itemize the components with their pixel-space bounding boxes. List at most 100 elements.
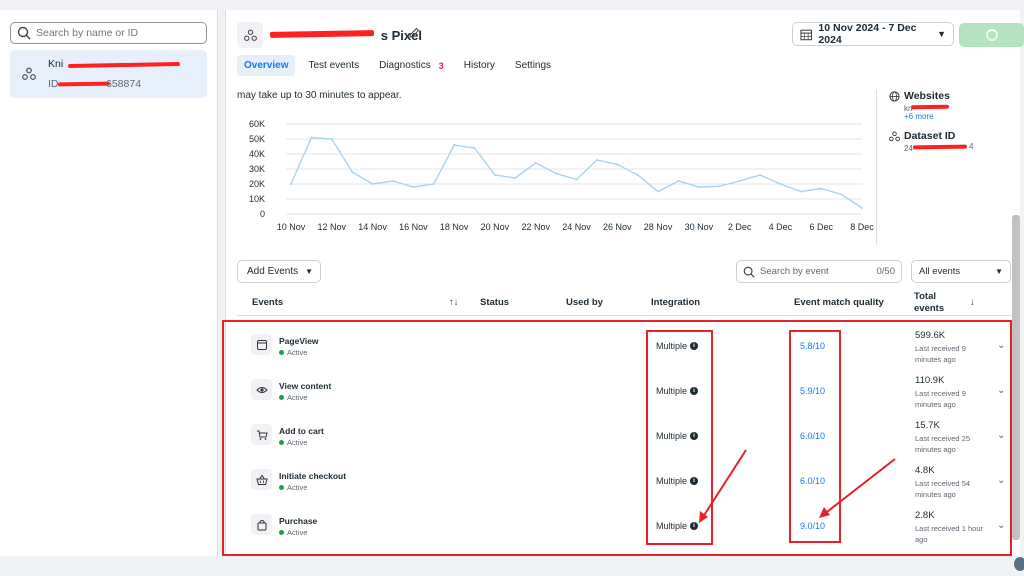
y-tick-label: 20K <box>249 179 265 189</box>
websites-more-link[interactable]: +6 more <box>904 112 1014 121</box>
search-icon <box>743 266 755 278</box>
x-tick-label: 10 Nov <box>277 222 306 232</box>
data-point <box>575 178 578 181</box>
x-tick-label: 4 Dec <box>769 222 793 232</box>
add-events-button[interactable]: Add Events ▼ <box>237 260 321 283</box>
x-tick-label: 8 Dec <box>850 222 874 232</box>
dataset-id-header: Dataset ID <box>889 130 1014 142</box>
data-point <box>391 180 394 182</box>
data-point <box>799 190 802 193</box>
data-point <box>453 144 456 146</box>
x-tick-label: 6 Dec <box>809 222 833 232</box>
data-point <box>759 174 762 176</box>
data-point <box>432 183 435 185</box>
data-point <box>412 186 415 188</box>
x-tick-label: 18 Nov <box>440 222 469 232</box>
websites-header: Websites <box>889 90 1014 102</box>
data-point <box>718 185 721 188</box>
y-tick-label: 50K <box>249 134 265 144</box>
tab-settings[interactable]: Settings <box>508 55 558 76</box>
data-point <box>351 171 354 173</box>
dataset-search-input[interactable] <box>36 27 196 39</box>
pixel-icon <box>22 67 36 80</box>
x-tick-label: 26 Nov <box>603 222 632 232</box>
data-point <box>310 136 313 139</box>
y-tick-label: 30K <box>249 164 265 174</box>
x-tick-label: 14 Nov <box>358 222 387 232</box>
y-tick-label: 10K <box>249 194 265 204</box>
x-tick-label: 22 Nov <box>521 222 550 232</box>
event-search[interactable]: Search by event 0/50 <box>736 260 902 283</box>
pixel-icon <box>237 22 263 48</box>
date-range-text: 10 Nov 2024 - 7 Dec 2024 <box>818 22 917 46</box>
data-point <box>840 193 843 196</box>
dataset-list-item[interactable]: Kni ID 658874 <box>10 50 207 98</box>
websites-value-row: kn <box>889 102 1014 113</box>
event-filter-dropdown[interactable]: All events ▼ <box>911 260 1011 283</box>
data-point <box>738 180 741 182</box>
annotation-arrow <box>819 458 896 518</box>
caret-down-icon: ▼ <box>995 267 1003 276</box>
loading-button[interactable] <box>959 23 1024 47</box>
redaction-mark <box>57 81 111 87</box>
data-point <box>657 190 660 193</box>
x-tick-label: 24 Nov <box>562 222 591 232</box>
y-tick-label: 0 <box>260 209 265 219</box>
y-tick-label: 40K <box>249 149 265 159</box>
tab-overview[interactable]: Overview <box>237 55 296 76</box>
event-search-placeholder: Search by event <box>760 266 829 277</box>
data-point <box>636 174 639 176</box>
data-point <box>534 162 537 164</box>
x-tick-label: 30 Nov <box>685 222 714 232</box>
events-line-chart: 0 10K 20K 30K 40K 50K 60K 10 Nov 12 Nov 14 Nov 16 … <box>249 119 874 232</box>
pixel-icon <box>889 131 900 141</box>
spinner-icon <box>985 29 998 41</box>
y-tick-label: 60K <box>249 119 265 129</box>
date-range-picker[interactable]: 10 Nov 2024 - 7 Dec 2024 ▼ <box>792 22 954 46</box>
x-tick-label: 16 Nov <box>399 222 428 232</box>
dataset-id-value-row: 24 4 <box>889 142 1014 153</box>
data-point <box>290 183 292 185</box>
pixel-title: s Pixel <box>380 28 422 43</box>
x-tick-label: 20 Nov <box>481 222 510 232</box>
dataset-sidebar: Kni ID 658874 <box>0 10 218 556</box>
data-point <box>595 159 598 161</box>
sort-icon[interactable]: ↑↓ <box>449 297 459 308</box>
dataset-id-suffix: 658874 <box>106 78 142 90</box>
data-point <box>473 147 476 149</box>
bottom-bar <box>0 557 1024 576</box>
col-total: Total events <box>914 291 945 314</box>
tab-diagnostics[interactable]: Diagnostics 3 <box>372 55 451 76</box>
help-icon[interactable] <box>1014 557 1024 571</box>
col-integration: Integration <box>651 297 701 308</box>
data-point <box>493 174 496 176</box>
divider <box>876 90 877 245</box>
dataset-id-value: 24 <box>904 144 913 153</box>
col-emq: Event match quality <box>794 297 884 308</box>
header-divider <box>237 315 1012 316</box>
col-events: Events <box>252 297 284 308</box>
tab-bar: Overview Test events Diagnostics 3 Histor… <box>237 55 564 76</box>
globe-icon <box>889 90 900 102</box>
dataset-search[interactable] <box>10 22 207 44</box>
calendar-icon <box>800 29 812 40</box>
data-point <box>616 163 619 166</box>
redaction-mark <box>910 104 950 110</box>
data-point <box>371 183 374 185</box>
data-point <box>820 187 823 190</box>
tab-history[interactable]: History <box>457 55 502 76</box>
pencil-icon[interactable] <box>408 27 420 39</box>
sort-desc-icon[interactable]: ↓ <box>970 297 975 308</box>
x-tick-label: 2 Dec <box>728 222 752 232</box>
scrollbar[interactable] <box>1012 215 1020 540</box>
chart-note: may take up to 30 minutes to appear. <box>237 90 402 101</box>
caret-down-icon: ▼ <box>937 29 946 39</box>
dataset-id-value-end: 4 <box>969 142 974 151</box>
x-tick-label: 28 Nov <box>644 222 673 232</box>
data-point <box>514 177 517 179</box>
search-icon <box>17 26 31 40</box>
event-count: 0/50 <box>876 266 896 277</box>
tab-test-events[interactable]: Test events <box>301 55 366 76</box>
caret-down-icon: ▼ <box>305 267 314 276</box>
annotation-arrow <box>699 449 747 523</box>
